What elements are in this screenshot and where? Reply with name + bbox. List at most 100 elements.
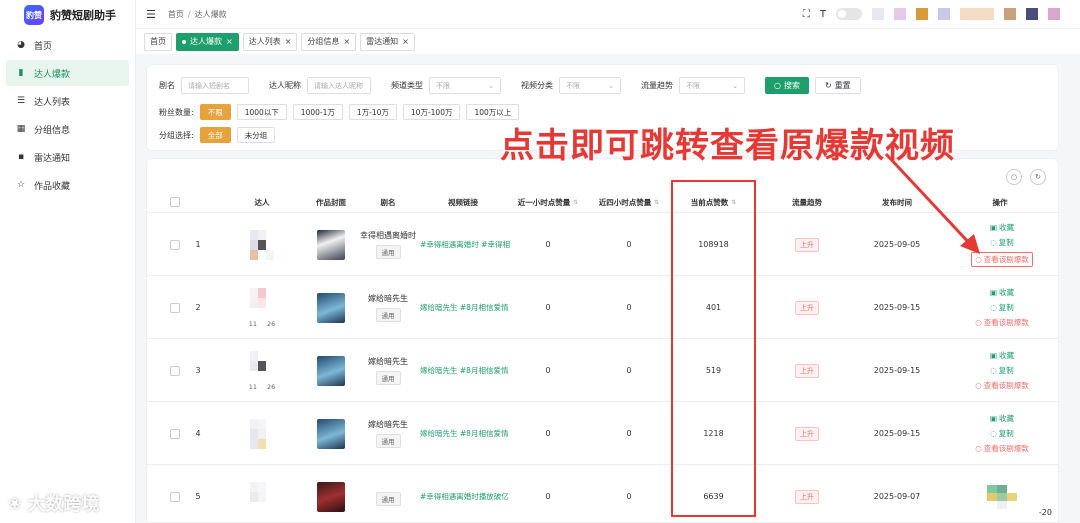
row-checkbox[interactable] [169,339,181,402]
talent-input[interactable]: 请输入达人昵称 [307,77,371,94]
traffic-label: 流量趋势 [641,81,673,90]
blurred-avatar-icon [1048,8,1060,20]
blurred-avatar-icon [894,8,906,20]
video-link[interactable]: #幸得相遇离婚时播放破亿 [419,465,511,522]
channel-select[interactable]: 不限 ⌄ [429,77,501,94]
sidebar-item-talent-hits[interactable]: ▮ 达人爆款 [6,60,129,86]
trend-badge: 上升 [767,339,847,402]
video-cat-select[interactable]: 不限 ⌄ [559,77,621,94]
view-hits-button[interactable]: ○ 查看该剧爆款 [975,317,1029,328]
op-label: 收藏 [999,288,1015,297]
talent-avatar[interactable] [227,213,297,276]
work-cover[interactable] [313,465,349,522]
tab-home[interactable]: 首页 [144,32,172,51]
trend-badge: 上升 [767,213,847,276]
tab-talent-list[interactable]: 达人列表 × [242,32,298,51]
font-size-icon[interactable]: T [820,9,826,20]
copy-button[interactable]: ◌ 复制 [990,428,1014,439]
close-icon[interactable]: × [402,37,409,46]
talent-avatar[interactable]: 11 26 [227,276,297,339]
fullscreen-icon[interactable]: ⛶ [803,9,810,20]
sidebar-item-radar[interactable]: ▪ 雷达通知 [6,144,129,170]
refresh-icon: ↻ [824,81,832,90]
sidebar-item-talent-list[interactable]: ☰ 达人列表 [6,88,129,114]
fans-option-10k-100k[interactable]: 1万-10万 [348,104,397,120]
collect-button[interactable]: ▣ 收藏 [990,350,1014,361]
op-label: 复制 [998,366,1014,375]
row-checkbox[interactable] [169,465,181,522]
sidebar-item-groups[interactable]: ▦ 分组信息 [6,116,129,142]
trend-label: 上升 [795,489,819,504]
row-checkbox[interactable] [169,213,181,276]
group-option-ungrouped[interactable]: 未分组 [236,127,276,143]
traffic-select[interactable]: 不限 ⌄ [679,77,745,94]
view-hits-button[interactable]: ○ 查看该剧爆款 [975,443,1029,454]
tab-groups[interactable]: 分组信息 × [301,32,357,51]
message-icon: ▪ [17,152,25,162]
watermark-text: 大数跨境 [27,494,100,515]
row-index: 2 [195,303,201,312]
brand[interactable]: 豹赞 豹赞短剧助手 [0,0,135,30]
view-hits-button[interactable]: ○ 查看该剧爆款 [975,380,1029,391]
refresh-icon[interactable]: ↻ [1030,169,1046,185]
breadcrumb-home[interactable]: 首页 [168,10,184,19]
video-link[interactable]: 嫁给暗先生 #8月相信爱情 [419,402,511,465]
menu-toggle-icon[interactable]: ☰ [146,8,156,21]
search-icon: ○ [975,318,982,327]
close-icon[interactable]: × [285,37,292,46]
trend-label: 上升 [795,237,819,252]
tag-generic: 通用 [375,245,401,259]
collect-button[interactable]: ▣ 收藏 [990,222,1014,233]
copy-button[interactable]: ◌ 复制 [990,365,1014,376]
talent-avatar[interactable] [227,465,297,522]
copy-button[interactable]: ◌ 复制 [990,237,1014,248]
work-cover[interactable] [313,213,349,276]
table-row: 3 11 26 嫁给暗先生 通用 嫁给暗先生 #8月相信爱情 0 0 519 上升… [147,339,1058,402]
tab-radar[interactable]: 雷达通知 × [360,32,415,51]
work-cover[interactable] [313,339,349,402]
search-button[interactable]: ○ 搜索 [765,77,809,94]
col-last-4h[interactable]: 近四小时点赞量 ⇅ [589,191,669,213]
op-label: 查看该剧爆款 [983,381,1029,390]
col-label: 近四小时点赞量 [598,197,652,207]
search-icon: ○ [975,444,982,453]
row-checkbox[interactable] [169,402,181,465]
reset-button[interactable]: ↻ 重置 [814,77,861,94]
close-icon[interactable]: × [343,37,350,46]
work-cover[interactable] [313,402,349,465]
copy-button[interactable]: ◌ 复制 [990,302,1014,313]
drama-input[interactable]: 请输入短剧名 [181,77,249,94]
tabs-bar: 首页 达人爆款 × 达人列表 × 分组信息 × 雷达通知 × [136,28,1080,54]
fans-option-1k-10k[interactable]: 1000-1万 [292,104,343,120]
search-icon: ○ [774,81,781,90]
video-link[interactable]: 嫁给暗先生 #8月相信爱情 [419,339,511,402]
fans-option-any[interactable]: 不限 [199,104,231,120]
collect-button[interactable]: ▣ 收藏 [990,413,1014,424]
work-cover[interactable] [313,276,349,339]
talent-avatar[interactable] [227,402,297,465]
channel-label: 频道类型 [391,81,423,90]
talent-avatar[interactable]: 11 26 [227,339,297,402]
chat-icon: ◌ [990,238,997,247]
video-link[interactable]: #幸得相遇离婚时 #幸得相遇 [419,213,511,276]
col-last-hour[interactable]: 近一小时点赞量 ⇅ [507,191,589,213]
close-icon[interactable]: × [226,37,233,46]
publish-date: 2025-09-15 [873,429,921,438]
sidebar-item-home[interactable]: ◕ 首页 [6,32,129,58]
fans-option-under-1k[interactable]: 1000以下 [236,104,287,120]
select-all-checkbox[interactable] [169,191,181,213]
sidebar-item-favorites[interactable]: ☆ 作品收藏 [6,172,129,198]
drama-cell: 通用 [361,465,415,522]
group-option-all[interactable]: 全部 [199,127,231,143]
tab-talent-hits[interactable]: 达人爆款 × [176,32,239,51]
ops-cell [957,465,1047,522]
sidebar-item-label: 首页 [34,41,53,52]
row-checkbox[interactable] [169,276,181,339]
search-icon[interactable]: ○ [1006,169,1022,185]
video-link[interactable]: 嫁给暗先生 #8月相信爱情 [419,276,511,339]
talent-label: 达人昵称 [269,81,301,90]
fans-option-100k-1m[interactable]: 10万-100万 [402,104,461,120]
row-index: 5 [195,492,201,501]
theme-toggle[interactable] [836,8,862,20]
collect-button[interactable]: ▣ 收藏 [990,287,1014,298]
